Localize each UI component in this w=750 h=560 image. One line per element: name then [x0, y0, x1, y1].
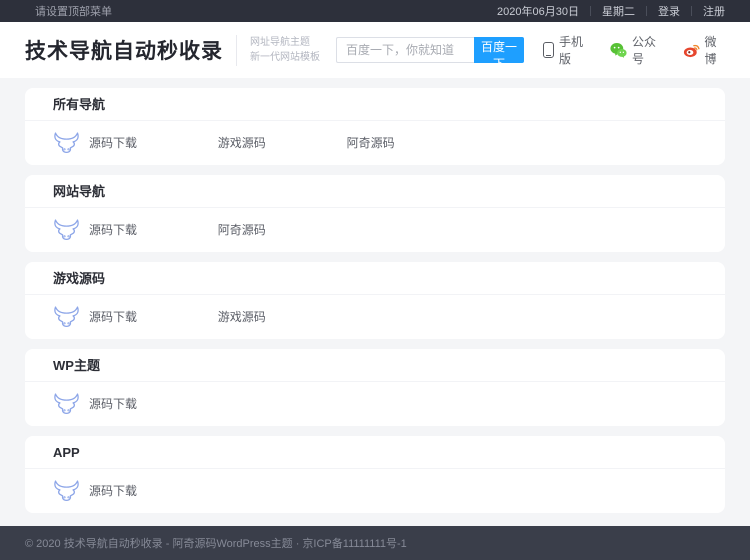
nav-link-label: 源码下载: [89, 221, 137, 238]
topbar-menu-hint: 请设置顶部菜单: [35, 3, 112, 19]
search-button[interactable]: 百度一下: [474, 37, 524, 63]
phone-link[interactable]: 手机版: [543, 33, 591, 67]
nav-link[interactable]: 源码下载: [53, 132, 182, 154]
nav-link-label: 源码下载: [89, 395, 137, 412]
bull-outline-icon: [53, 393, 80, 415]
nav-link[interactable]: 源码下载: [53, 219, 182, 241]
nav-link[interactable]: 阿奇源码: [182, 219, 311, 241]
section-items: 源码下载: [25, 469, 725, 512]
wechat-icon: [610, 42, 627, 58]
nav-link[interactable]: 源码下载: [53, 306, 182, 328]
site-header: 技术导航自动秒收录 网址导航主题 新一代网站模板 百度一下 手机版 公众号: [0, 22, 750, 78]
nav-link[interactable]: 游戏源码: [182, 306, 311, 328]
search-bar: 百度一下: [336, 37, 524, 63]
nav-section: 网站导航 源码下载 阿奇源码: [25, 175, 725, 252]
nav-link-label: 阿奇源码: [347, 134, 395, 151]
nav-link-label: 游戏源码: [218, 134, 266, 151]
nav-link[interactable]: 源码下载: [53, 480, 182, 502]
section-items: 源码下载 游戏源码: [25, 121, 725, 164]
section-title: 所有导航: [25, 88, 725, 121]
bull-solid-icon: [182, 132, 209, 154]
section-items: 源码下载 阿奇源码: [25, 208, 725, 251]
copyright-text: © 2020 技术导航自动秒收录 - 阿奇源码WordPress主题 · 京IC…: [25, 538, 407, 550]
search-input[interactable]: [336, 37, 474, 63]
section-title: WP主题: [25, 349, 725, 382]
site-title[interactable]: 技术导航自动秒收录: [25, 35, 223, 65]
bull-outline-icon: [53, 219, 80, 241]
header-links: 手机版 公众号 微博: [524, 33, 725, 67]
bull-outline-icon: [53, 480, 80, 502]
section-title: 网站导航: [25, 175, 725, 208]
nav-link[interactable]: 源码下载: [53, 393, 182, 415]
weibo-icon: [683, 42, 700, 58]
section-items: 源码下载: [25, 382, 725, 425]
nav-link[interactable]: 游戏源码: [182, 132, 311, 154]
divider: [646, 6, 647, 16]
bull-solid-icon: [182, 306, 209, 328]
phone-icon: [543, 42, 554, 58]
nav-link-label: 源码下载: [89, 482, 137, 499]
nav-link-label: 源码下载: [89, 308, 137, 325]
nav-link-label: 游戏源码: [218, 308, 266, 325]
bull-outline-icon: [53, 132, 80, 154]
bull-solid-icon: [311, 132, 338, 154]
nav-section: 所有导航 源码下载 游戏源码: [25, 88, 725, 165]
topbar: 请设置顶部菜单 2020年06月30日 星期二 登录 注册: [0, 0, 750, 22]
nav-sections-area: 所有导航 源码下载 游戏源码: [0, 78, 750, 526]
wechat-link[interactable]: 公众号: [610, 33, 664, 67]
nav-link[interactable]: 阿奇源码: [311, 132, 440, 154]
weibo-link[interactable]: 微博: [683, 33, 725, 67]
section-title: APP: [25, 436, 725, 469]
topbar-weekday: 星期二: [602, 3, 635, 19]
divider: [691, 6, 692, 16]
tagline-line2: 新一代网站模板: [250, 50, 320, 66]
nav-link-label: 阿奇源码: [218, 221, 266, 238]
nav-link-label: 源码下载: [89, 134, 137, 151]
divider: [590, 6, 591, 16]
topbar-right-menu: 2020年06月30日 星期二 登录 注册: [497, 3, 725, 19]
nav-section: 游戏源码 源码下载 游戏源码: [25, 262, 725, 339]
site-tagline: 网址导航主题 新一代网站模板: [236, 35, 320, 66]
topbar-date: 2020年06月30日: [497, 3, 579, 19]
nav-section: APP 源码下载: [25, 436, 725, 513]
register-link[interactable]: 注册: [703, 3, 725, 19]
bull-solid-icon: [182, 219, 209, 241]
nav-section: WP主题 源码下载: [25, 349, 725, 426]
page-footer: © 2020 技术导航自动秒收录 - 阿奇源码WordPress主题 · 京IC…: [0, 526, 750, 560]
login-link[interactable]: 登录: [658, 3, 680, 19]
section-title: 游戏源码: [25, 262, 725, 295]
bull-outline-icon: [53, 306, 80, 328]
tagline-line1: 网址导航主题: [250, 35, 320, 51]
section-items: 源码下载 游戏源码: [25, 295, 725, 338]
